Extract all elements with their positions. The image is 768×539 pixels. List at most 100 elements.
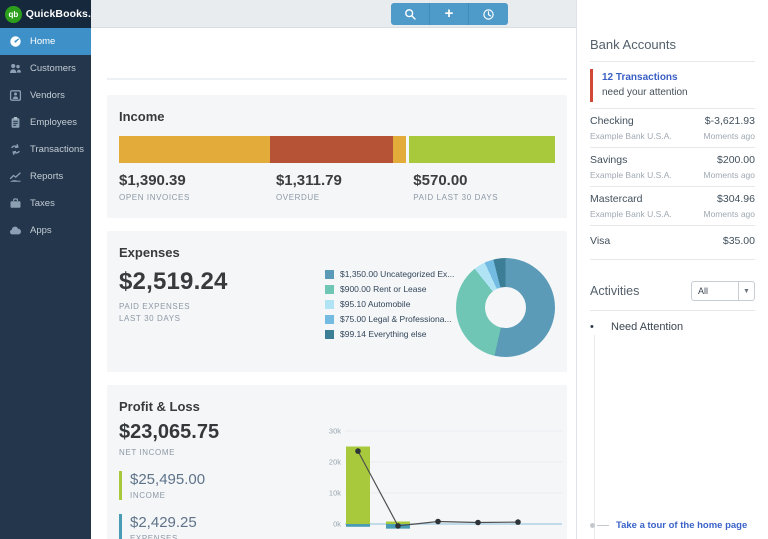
dropdown-value: All (698, 286, 709, 296)
sidebar-item-label: Employees (30, 117, 77, 128)
account-updated: Moments ago (703, 209, 756, 219)
account-balance: $-3,621.93 (704, 115, 755, 127)
create-new-button[interactable]: + (430, 3, 469, 25)
expenses-card-title: Expenses (119, 245, 180, 260)
profit-loss-card: Profit & Loss $23,065.75 NET INCOME $25,… (107, 385, 567, 539)
sidebar-item-label: Customers (30, 63, 76, 74)
profit-loss-card-title: Profit & Loss (119, 399, 200, 414)
sidebar-item-apps[interactable]: Apps (0, 217, 91, 244)
account-balance: $200.00 (717, 154, 755, 166)
legend-label: $1,350.00 Uncategorized Ex... (340, 269, 455, 279)
topbar-button-group: + (391, 3, 508, 25)
tour-footer: Take a tour of the home page (590, 520, 747, 531)
account-row-checking[interactable]: Checking $-3,621.93 Example Bank U.S.A. … (590, 109, 755, 148)
right-panel: Bank Accounts 12 Transactions need your … (576, 0, 768, 539)
svg-text:20k: 20k (329, 458, 341, 467)
sidebar-item-label: Transactions (30, 144, 85, 155)
transactions-alert-text: need your attention (602, 87, 688, 98)
legend-item: $95.10 Automobile (325, 299, 454, 309)
main-area: + Income $1,390.39 OPEN INVOICES $1,311.… (91, 0, 576, 539)
account-balance: $35.00 (722, 235, 755, 247)
sidebar-item-customers[interactable]: Customers (0, 55, 91, 82)
account-balance: $304.96 (717, 193, 755, 205)
app-title: QuickBooks. (25, 8, 91, 20)
stat-label: OVERDUE (275, 193, 320, 202)
vendors-icon (9, 89, 22, 102)
transactions-alert: 12 Transactions need your attention (590, 69, 755, 102)
recent-transactions-button[interactable] (469, 3, 508, 25)
activity-label: Need Attention (611, 321, 684, 333)
home-tour-link[interactable]: Take a tour of the home page (616, 520, 747, 531)
search-icon (404, 8, 417, 21)
stat-amount: $1,311.79 (275, 172, 342, 189)
employees-icon (9, 116, 22, 129)
sidebar: qb QuickBooks. Home Customers Vendors Em… (0, 0, 91, 539)
account-name: Checking (590, 115, 634, 127)
legend-label: $900.00 Rent or Lease (340, 284, 427, 294)
open-invoices-stat[interactable]: $1,390.39 OPEN INVOICES (119, 172, 190, 202)
transactions-icon (9, 143, 22, 156)
account-updated: Moments ago (703, 170, 756, 180)
income-card: Income $1,390.39 OPEN INVOICES $1,311.79… (107, 95, 567, 218)
quickbooks-app: qb QuickBooks. Home Customers Vendors Em… (0, 0, 768, 539)
activities-filter-dropdown[interactable]: All ▼ (691, 281, 755, 301)
bullet-icon: • (590, 321, 594, 333)
legend-label: $95.10 Automobile (340, 299, 411, 309)
sidebar-item-transactions[interactable]: Transactions (0, 136, 91, 163)
stat-amount: $1,390.39 (119, 172, 186, 189)
account-row-savings[interactable]: Savings $200.00 Example Bank U.S.A. Mome… (590, 148, 755, 187)
sidebar-item-label: Taxes (30, 198, 55, 209)
profit-loss-chart[interactable]: 30k 20k 10k 0k (317, 423, 562, 539)
gauge-icon (9, 35, 22, 48)
sidebar-item-taxes[interactable]: Taxes (0, 190, 91, 217)
legend-swatch (325, 269, 334, 279)
qb-logo-icon: qb (5, 5, 22, 23)
activity-item-need-attention[interactable]: • Need Attention (590, 321, 755, 333)
customers-icon (9, 62, 22, 75)
stat-amount: $570.00 (413, 172, 468, 189)
stat-label: OPEN INVOICES (119, 193, 190, 202)
legend-swatch (325, 329, 334, 339)
legend-item: $99.14 Everything else (325, 329, 454, 339)
plus-icon: + (444, 5, 454, 22)
stat-label: PAID LAST 30 DAYS (413, 193, 499, 202)
legend-swatch (325, 284, 334, 294)
account-row-mastercard[interactable]: Mastercard $304.96 Example Bank U.S.A. M… (590, 187, 755, 226)
income-money-bar[interactable] (119, 136, 555, 163)
legend-label: $75.00 Legal & Professiona... (340, 314, 452, 324)
account-bank: Example Bank U.S.A. (590, 170, 672, 180)
sidebar-item-label: Vendors (30, 90, 65, 101)
sidebar-item-vendors[interactable]: Vendors (0, 82, 91, 109)
activities-timeline: • Need Attention (590, 321, 755, 539)
bank-accounts-title: Bank Accounts (590, 37, 676, 52)
logo[interactable]: qb QuickBooks. (0, 0, 91, 28)
timeline-dash (597, 525, 609, 526)
timeline-line (594, 335, 595, 539)
account-bank: Example Bank U.S.A. (590, 209, 672, 219)
sidebar-item-reports[interactable]: Reports (0, 163, 91, 190)
search-button[interactable] (391, 3, 430, 25)
account-bank: Example Bank U.S.A. (590, 131, 672, 141)
account-name: Visa (590, 235, 611, 247)
legend-swatch (325, 314, 334, 324)
timeline-dot-icon (590, 523, 595, 528)
legend-item: $1,350.00 Uncategorized Ex... (325, 269, 454, 279)
account-name: Mastercard (590, 193, 643, 205)
paid-stat[interactable]: $570.00 PAID LAST 30 DAYS (413, 172, 498, 202)
expenses-card: Expenses $2,519.24 PAID EXPENSES LAST 30… (107, 231, 567, 372)
transactions-count-link[interactable]: 12 Transactions (602, 72, 755, 83)
svg-text:10k: 10k (329, 489, 341, 498)
account-row-visa[interactable]: Visa $35.00 (590, 226, 755, 260)
svg-text:30k: 30k (329, 427, 341, 436)
activities-header: Activities All ▼ (590, 281, 755, 301)
reports-icon (9, 170, 22, 183)
sidebar-item-label: Apps (30, 225, 52, 236)
sidebar-item-home[interactable]: Home (0, 28, 91, 55)
legend-item: $75.00 Legal & Professiona... (325, 314, 454, 324)
divider (590, 310, 755, 311)
overdue-stat[interactable]: $1,311.79 OVERDUE (276, 172, 342, 202)
income-card-title: Income (119, 109, 165, 124)
sidebar-item-employees[interactable]: Employees (0, 109, 91, 136)
chevron-down-icon: ▼ (738, 282, 754, 300)
account-updated: Moments ago (703, 131, 756, 141)
